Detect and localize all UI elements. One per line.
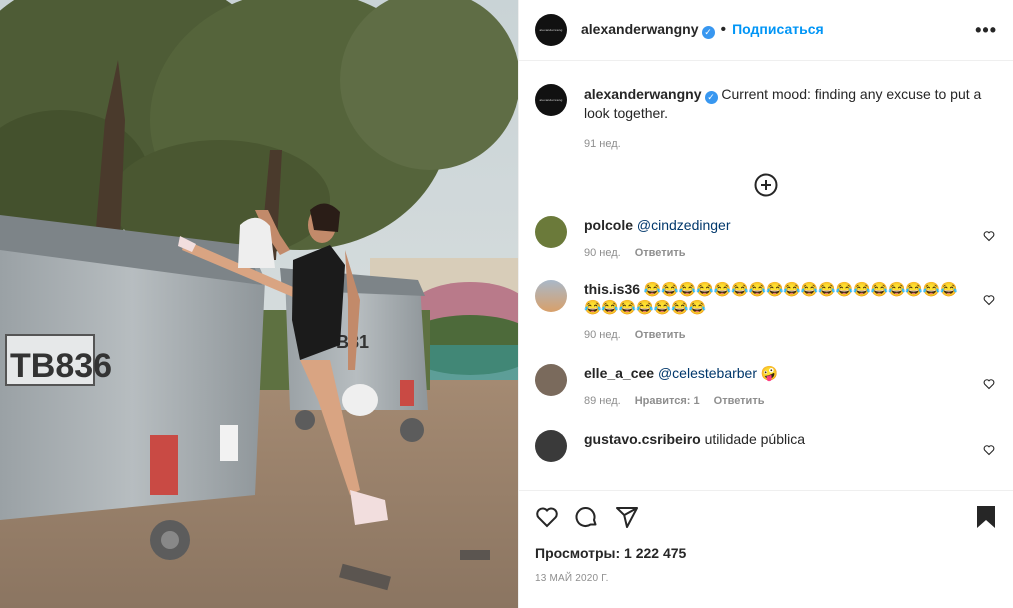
reply-button[interactable]: Ответить (714, 392, 765, 410)
bin-label-left: TB836 (10, 347, 112, 385)
comment-username[interactable]: this.is36 (584, 281, 640, 297)
comment-text: utilidade pública (704, 431, 805, 447)
post-date: 13 МАЙ 2020 Г. (535, 573, 609, 584)
reply-button[interactable]: Ответить (635, 326, 686, 344)
comment-item: gustavo.csribeiro utilidade pública (535, 430, 997, 462)
commenter-avatar[interactable] (535, 216, 567, 248)
separator-dot: • (720, 21, 727, 38)
avatar-logo-text: alexanderwang (539, 28, 563, 32)
comment-mention[interactable]: @cindzedinger (637, 217, 731, 233)
caption-time: 91 нед. (584, 138, 621, 150)
comment-item: this.is36 😂😂😂😂😂😂😂😂😂😂😂😂😂😂😂😂😂😂😂😂😂😂😂😂😂 90 н… (535, 280, 997, 344)
comment-time: 90 нед. (584, 329, 621, 341)
caption-username[interactable]: alexanderwangny (584, 86, 702, 102)
comment-time: 90 нед. (584, 247, 621, 259)
like-comment-icon[interactable] (983, 294, 995, 306)
like-comment-icon[interactable] (983, 444, 995, 456)
comments-list[interactable]: alexanderwang alexanderwangny ✓ Current m… (519, 62, 1013, 490)
post-photo: TB836 TB81 (0, 0, 518, 608)
comment-icon[interactable] (575, 505, 599, 529)
plus-circle-icon[interactable] (754, 173, 778, 197)
post-actions: Просмотры: 1 222 475 13 МАЙ 2020 Г. (519, 490, 1013, 608)
author-avatar[interactable]: alexanderwang (535, 14, 567, 46)
like-comment-icon[interactable] (983, 230, 995, 242)
post-media[interactable]: TB836 TB81 (0, 0, 518, 608)
heart-icon[interactable] (535, 505, 559, 529)
post-header: alexanderwang alexanderwangny ✓ • Подписать… (519, 0, 1013, 61)
verified-badge-icon: ✓ (704, 91, 718, 104)
caption-avatar[interactable]: alexanderwang (535, 84, 567, 116)
comment-username[interactable]: elle_a_cee (584, 365, 654, 381)
bookmark-icon[interactable] (975, 505, 997, 529)
comment-time: 89 нед. (584, 395, 621, 407)
comment-text: 🤪 (760, 365, 779, 381)
verified-badge-icon: ✓ (701, 26, 715, 39)
commenter-avatar[interactable] (535, 430, 567, 462)
comment-text: 😂😂😂😂😂😂😂😂😂😂😂😂😂😂😂😂😂😂😂😂😂😂😂😂😂 (584, 281, 958, 315)
share-icon[interactable] (615, 505, 639, 529)
comment-likes[interactable]: Нравится: 1 (635, 392, 700, 410)
reply-button[interactable]: Ответить (635, 244, 686, 262)
comment-mention[interactable]: @celestebarber (658, 365, 757, 381)
load-more-comments[interactable] (535, 173, 997, 197)
author-username[interactable]: alexanderwangny (581, 21, 699, 37)
comment-item: elle_a_cee @celestebarber 🤪 89 нед. Нрави… (535, 364, 997, 410)
comment-username[interactable]: polcole (584, 217, 633, 233)
comment-item: polcole @cindzedinger 90 нед. Ответить (535, 216, 997, 262)
caption: alexanderwang alexanderwangny ✓ Current m… (535, 84, 997, 153)
like-comment-icon[interactable] (983, 378, 995, 390)
commenter-avatar[interactable] (535, 364, 567, 396)
comment-username[interactable]: gustavo.csribeiro (584, 431, 701, 447)
views-count: Просмотры: 1 222 475 (535, 545, 687, 561)
more-options-icon[interactable]: ••• (975, 20, 997, 41)
post-details-panel: alexanderwang alexanderwangny ✓ • Подписать… (518, 0, 1013, 608)
follow-button[interactable]: Подписаться (732, 21, 824, 37)
commenter-avatar[interactable] (535, 280, 567, 312)
